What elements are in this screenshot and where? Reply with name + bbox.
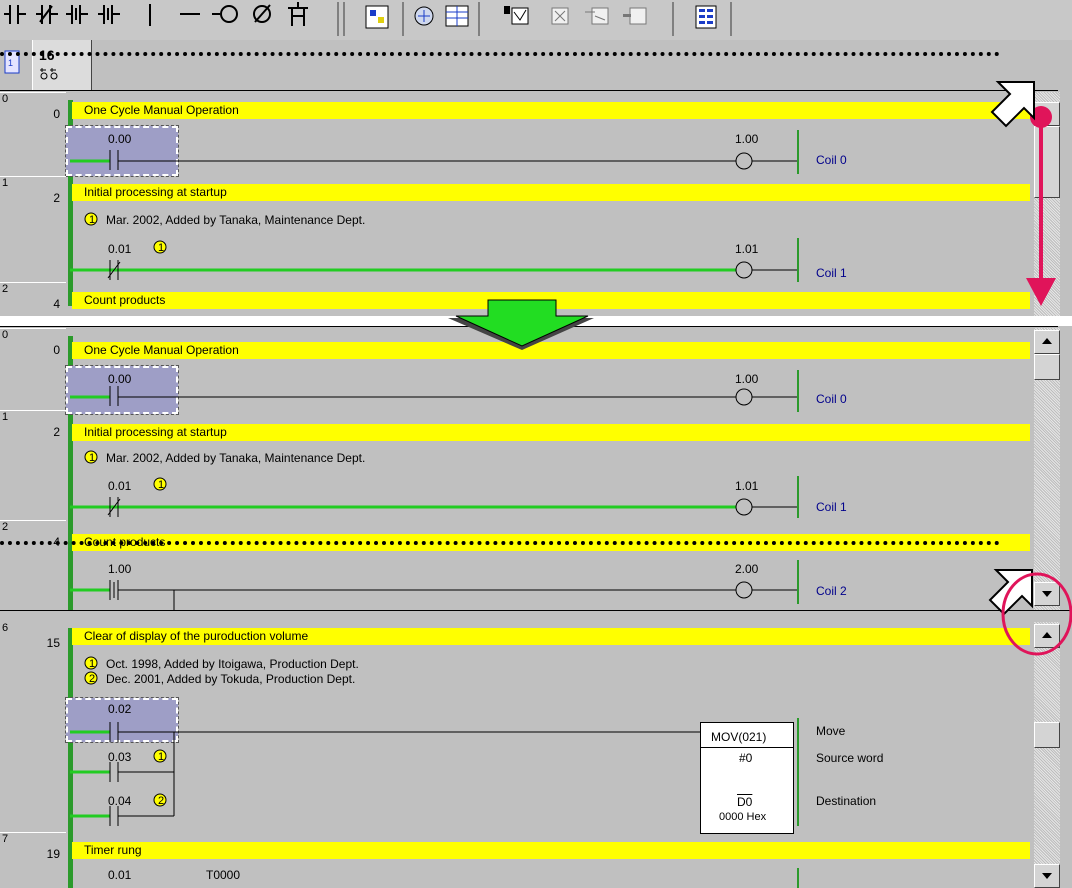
transition-arrow-icon: [448, 299, 594, 350]
overlay-graphics: [448, 81, 1072, 656]
mouse-cursor-icon: [990, 81, 1035, 128]
highlight-ring: [1001, 572, 1072, 656]
